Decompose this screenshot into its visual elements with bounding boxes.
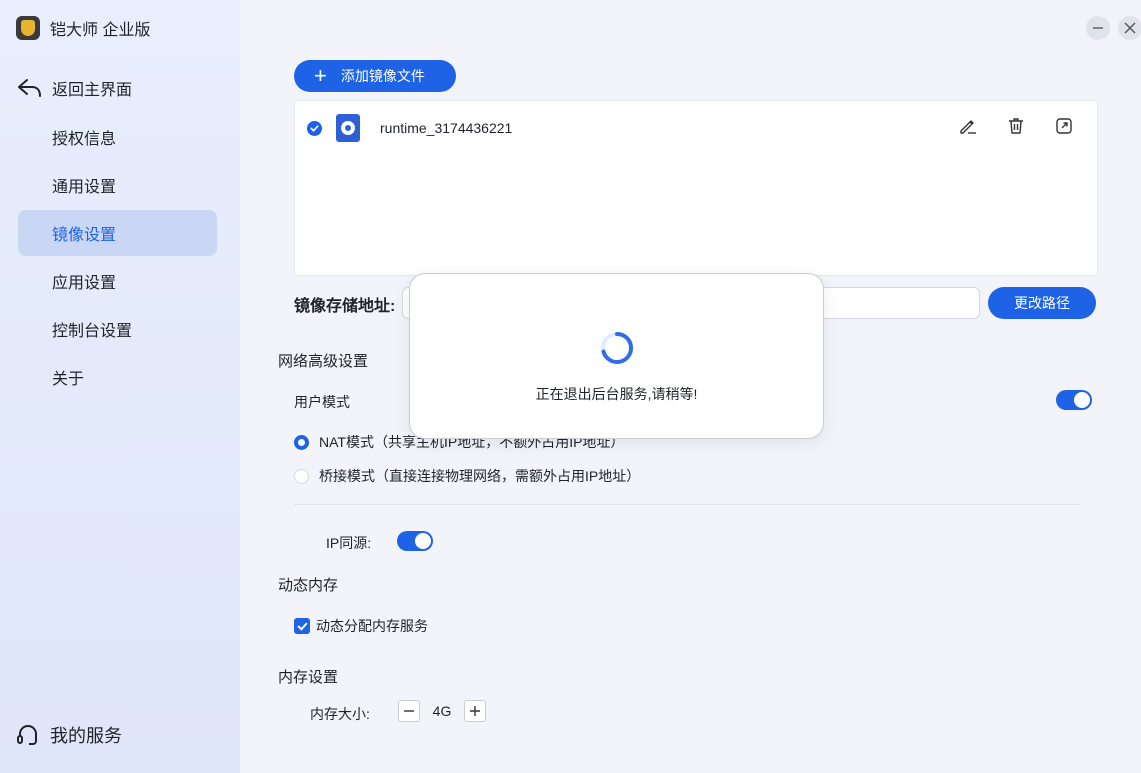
app-title: 铠大师 企业版 [50,22,151,39]
divider [294,504,1080,505]
sidebar-item-general[interactable]: 通用设置 [18,162,217,208]
plus-icon: + [314,63,327,88]
loading-spinner-icon [601,331,634,364]
plus-icon [470,706,480,716]
shield-logo-icon [16,16,40,40]
ip-source-label: IP同源: [326,535,372,551]
back-to-main-button[interactable]: 返回主界面 [16,76,132,100]
my-service-label: 我的服务 [50,726,122,746]
ip-source-toggle[interactable] [397,531,433,551]
sidebar-item-license[interactable]: 授权信息 [18,114,217,160]
back-arrow-icon [18,79,41,97]
minimize-icon [1093,27,1103,29]
dynamic-memory-option[interactable]: 动态分配内存服务 [294,616,428,636]
memory-stepper: 4G [398,700,486,722]
app-window: 铠大师 企业版 返回主界面 授权信息 通用设置 镜像设置 应用设置 控制台设置 … [0,0,1141,773]
bridge-radio[interactable] [294,468,309,484]
list-item[interactable]: runtime_3174436221 [307,113,1097,143]
selected-check-icon[interactable] [307,120,322,136]
change-path-button[interactable]: 更改路径 [988,287,1096,319]
bridge-mode-option[interactable]: 桥接模式（直接连接物理网络，需额外占用IP地址） [294,466,640,486]
increment-button[interactable] [464,700,486,722]
sidebar-item-apps[interactable]: 应用设置 [18,258,217,304]
sidebar-item-console[interactable]: 控制台设置 [18,306,217,352]
decrement-button[interactable] [398,700,420,722]
sidebar: 铠大师 企业版 返回主界面 授权信息 通用设置 镜像设置 应用设置 控制台设置 … [0,0,240,773]
nat-radio[interactable] [294,434,309,450]
bridge-label: 桥接模式（直接连接物理网络，需额外占用IP地址） [319,468,641,484]
brand: 铠大师 企业版 [16,16,150,40]
export-icon[interactable] [1053,115,1075,137]
dynamic-memory-checkbox[interactable] [294,618,310,634]
user-mode-label: 用户模式 [294,394,350,410]
back-label: 返回主界面 [52,82,133,99]
network-section-title: 网络高级设置 [278,353,369,370]
minimize-button[interactable] [1086,16,1110,40]
headset-icon [17,725,37,745]
user-mode-toggle[interactable] [1056,390,1092,410]
minus-icon [404,710,414,712]
storage-path-label: 镜像存储地址: [294,298,396,315]
add-image-label: 添加镜像文件 [340,68,425,84]
close-button[interactable] [1118,16,1141,40]
close-icon [1124,22,1136,34]
sidebar-item-image[interactable]: 镜像设置 [18,210,217,256]
memory-size-value: 4G [432,703,452,719]
dynamic-memory-label: 动态分配内存服务 [316,618,428,634]
dialog-message: 正在退出后台服务,请稍等! [535,386,698,402]
dynamic-memory-title: 动态内存 [278,577,339,594]
edit-icon[interactable] [957,115,979,137]
image-list: runtime_3174436221 [294,100,1098,276]
disc-image-file-icon [336,114,360,142]
memory-section-title: 内存设置 [278,669,339,686]
image-name: runtime_3174436221 [380,120,513,136]
my-service-button[interactable]: 我的服务 [16,722,122,748]
exit-progress-dialog: 正在退出后台服务,请稍等! [409,273,824,439]
trash-icon[interactable] [1005,115,1027,137]
row-actions [957,115,1075,137]
sidebar-item-about[interactable]: 关于 [18,354,217,400]
sidebar-nav: 授权信息 通用设置 镜像设置 应用设置 控制台设置 关于 [18,114,217,402]
memory-size-label: 内存大小: [310,706,370,722]
add-image-button[interactable]: + 添加镜像文件 [294,60,456,92]
